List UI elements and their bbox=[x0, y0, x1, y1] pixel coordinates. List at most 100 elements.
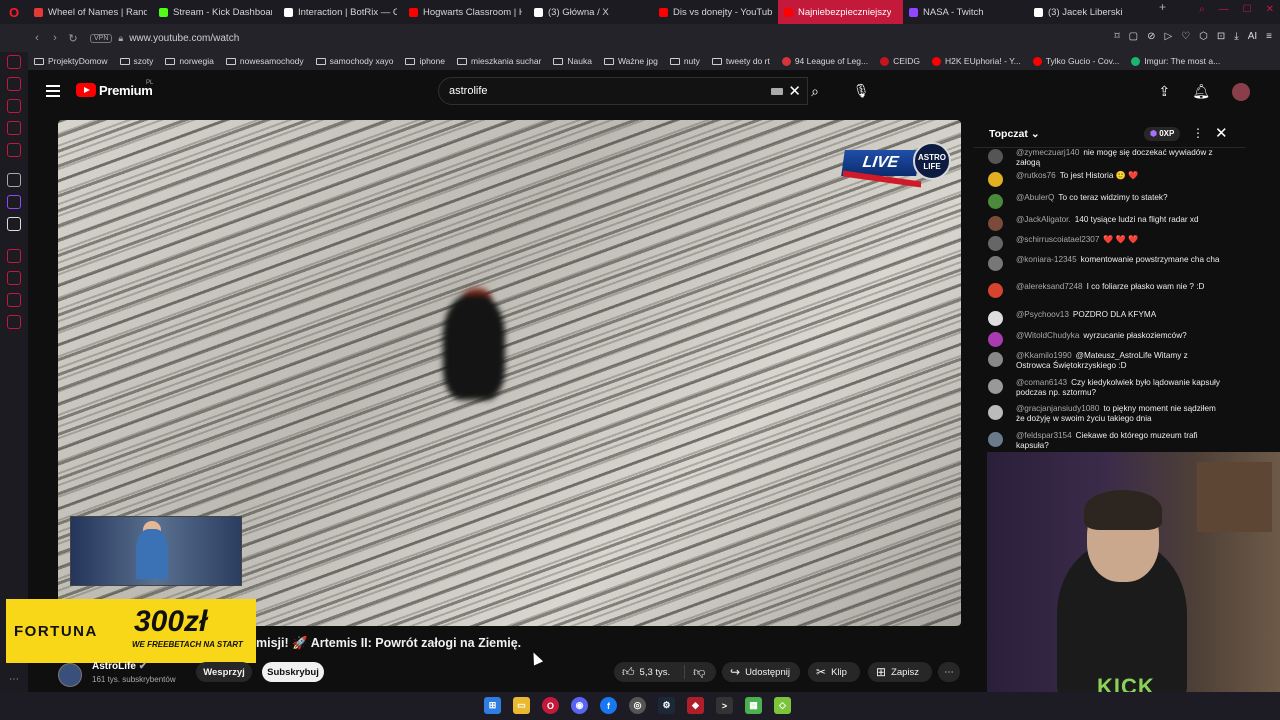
clock-icon[interactable] bbox=[7, 271, 21, 285]
wallet-icon[interactable]: ⊡ bbox=[1217, 31, 1225, 42]
chat-author-avatar[interactable] bbox=[988, 236, 1003, 251]
chat-author-name[interactable]: @zymeczuarj140 bbox=[1016, 148, 1079, 157]
chat-author-avatar[interactable] bbox=[988, 172, 1003, 187]
share-button[interactable]: ↪ Udostępnij bbox=[722, 662, 800, 682]
chat-author-avatar[interactable] bbox=[988, 405, 1003, 420]
vpn-badge[interactable]: VPN bbox=[90, 33, 113, 43]
video-player[interactable]: LIVE ASTRO LIFE bbox=[58, 120, 961, 626]
youtube-premium-logo[interactable]: Premium bbox=[99, 83, 153, 98]
twitch-icon[interactable] bbox=[7, 195, 21, 209]
upload-icon[interactable]: ⇪ bbox=[1158, 83, 1170, 101]
chat-menu-icon[interactable]: ⋮ bbox=[1192, 126, 1204, 140]
back-icon[interactable]: ‹ bbox=[28, 32, 46, 44]
bookmark-item[interactable]: iphone bbox=[405, 56, 445, 66]
obs-icon[interactable]: ◎ bbox=[629, 697, 646, 714]
chat-author-avatar[interactable] bbox=[988, 432, 1003, 447]
channel-avatar[interactable] bbox=[58, 663, 82, 687]
messenger-icon[interactable] bbox=[7, 121, 21, 135]
bookmark-icon[interactable]: ⌑ bbox=[1115, 31, 1120, 42]
forward-icon[interactable]: › bbox=[46, 32, 64, 44]
chat-author-avatar[interactable] bbox=[988, 194, 1003, 209]
app-icon[interactable]: ◇ bbox=[774, 697, 791, 714]
opera-taskbar-icon[interactable]: O bbox=[542, 697, 559, 714]
download-icon[interactable]: ⤓ bbox=[1234, 31, 1238, 42]
bookmark-item[interactable]: Imgur: The most a... bbox=[1131, 56, 1220, 66]
bookmark-item[interactable]: 94 League of Leg... bbox=[781, 56, 868, 66]
save-button[interactable]: ⊞ Zapisz bbox=[868, 662, 932, 682]
minimize-icon[interactable]: — bbox=[1219, 4, 1229, 15]
steam-icon[interactable]: ⚙ bbox=[658, 697, 675, 714]
adblock-icon[interactable]: ⊘ bbox=[1147, 31, 1155, 42]
opera-logo-icon[interactable]: O bbox=[0, 0, 28, 24]
snapshot-icon[interactable]: ▢ bbox=[1129, 31, 1138, 42]
clip-button[interactable]: ✂ Klip bbox=[808, 662, 860, 682]
browser-tab[interactable]: Hogwarts Classroom | Ha bbox=[403, 0, 528, 24]
browser-tab[interactable]: (3) Główna / X bbox=[528, 0, 653, 24]
browser-tab[interactable]: (3) Jacek Liberski bbox=[1028, 0, 1153, 24]
bookmark-item[interactable]: ProjektyDomow bbox=[34, 56, 108, 66]
dislike-icon[interactable]: 👎︎ bbox=[693, 665, 705, 680]
file-explorer-icon[interactable]: ▭ bbox=[513, 697, 530, 714]
terminal-icon[interactable]: > bbox=[716, 697, 733, 714]
bookmark-item[interactable]: Ważne jpg bbox=[603, 56, 658, 66]
like-icon[interactable]: 👍︎ bbox=[622, 665, 635, 680]
extensions-icon[interactable]: ⬡ bbox=[1199, 31, 1208, 42]
chat-author-avatar[interactable] bbox=[988, 332, 1003, 347]
keyboard-icon[interactable] bbox=[771, 88, 783, 95]
chat-author-name[interactable]: @JackAligator. bbox=[1016, 215, 1071, 224]
chat-author-name[interactable]: @Psychoov13 bbox=[1016, 310, 1069, 319]
wallet-sidebar-icon[interactable] bbox=[7, 99, 21, 113]
microphone-icon[interactable]: 🎙︎ bbox=[846, 77, 876, 105]
browser-tab[interactable]: Wheel of Names | Rando bbox=[28, 0, 153, 24]
bookmark-item[interactable]: nuty bbox=[669, 56, 700, 66]
chat-author-avatar[interactable] bbox=[988, 352, 1003, 367]
notifications-bell-icon[interactable]: 🔔︎ bbox=[1192, 83, 1210, 101]
riot-icon[interactable]: ◆ bbox=[687, 697, 704, 714]
chat-mode-dropdown[interactable]: Topczat ⌄ bbox=[989, 128, 1040, 140]
play-icon[interactable]: ▷ bbox=[1164, 31, 1172, 42]
bookmark-item[interactable]: Tylko Gucio - Cov... bbox=[1032, 56, 1119, 66]
bookmark-item[interactable]: tweety do rt bbox=[711, 56, 770, 66]
chat-author-name[interactable]: @feldspar3154 bbox=[1016, 431, 1072, 440]
chat-author-name[interactable]: @koniara-12345 bbox=[1016, 255, 1077, 264]
discord-icon[interactable]: ◉ bbox=[571, 697, 588, 714]
chat-author-name[interactable]: @gracjanjansiudy1080 bbox=[1016, 404, 1099, 413]
chat-author-avatar[interactable] bbox=[988, 379, 1003, 394]
facebook-icon[interactable]: f bbox=[600, 697, 617, 714]
xp-badge[interactable]: ⬢ 0XP bbox=[1144, 127, 1181, 141]
chat-author-avatar[interactable] bbox=[988, 256, 1003, 271]
chatgpt-icon[interactable] bbox=[7, 173, 21, 187]
bookmark-item[interactable]: CEIDG bbox=[880, 56, 920, 66]
bookmark-item[interactable]: nowesamochody bbox=[225, 56, 304, 66]
bookmark-item[interactable]: H2K EUphoria! - Y... bbox=[932, 56, 1021, 66]
subscribe-button[interactable]: Subskrybuj bbox=[262, 662, 324, 682]
chat-author-name[interactable]: @alereksand7248 bbox=[1016, 282, 1083, 291]
account-avatar[interactable] bbox=[1232, 83, 1250, 101]
bookmark-item[interactable]: samochody xayo bbox=[315, 56, 393, 66]
chat-author-name[interactable]: @coman6143 bbox=[1016, 378, 1067, 387]
bookmark-item[interactable]: szoty bbox=[119, 56, 153, 66]
chat-author-avatar[interactable] bbox=[988, 311, 1003, 326]
chat-author-name[interactable]: @schirruscoiatael2307 bbox=[1016, 235, 1099, 244]
bookmark-item[interactable]: norwegia bbox=[165, 56, 214, 66]
like-count[interactable]: 5,3 tys. bbox=[640, 667, 671, 678]
search-input[interactable]: astrolife ✕ bbox=[438, 77, 808, 105]
support-button[interactable]: Wesprzyj bbox=[196, 662, 252, 682]
bookmark-item[interactable]: mieszkania suchar bbox=[457, 56, 541, 66]
chat-author-name[interactable]: @Kkamilo1990 bbox=[1016, 351, 1072, 360]
history-icon[interactable] bbox=[7, 77, 21, 91]
url-field[interactable]: www.youtube.com/watch bbox=[129, 33, 239, 44]
chat-author-name[interactable]: @WitoldChudyka bbox=[1016, 331, 1079, 340]
x-icon[interactable] bbox=[7, 217, 21, 231]
browser-tab[interactable]: Najniebezpieczniejszy bbox=[778, 0, 903, 24]
chat-author-name[interactable]: @AbulerQ bbox=[1016, 193, 1054, 202]
maximize-icon[interactable]: ☐ bbox=[1243, 4, 1252, 15]
close-window-icon[interactable]: ✕ bbox=[1266, 4, 1274, 15]
home-icon[interactable] bbox=[7, 55, 21, 69]
more-icon[interactable]: ⋯ bbox=[9, 674, 19, 685]
browser-tab[interactable]: Stream - Kick Dashboard bbox=[153, 0, 278, 24]
menu-icon[interactable]: ≡ bbox=[1266, 31, 1272, 42]
youtube-logo-icon[interactable] bbox=[76, 83, 96, 97]
new-tab-icon[interactable]: + bbox=[1153, 0, 1172, 24]
more-actions-button[interactable]: ⋯ bbox=[938, 662, 960, 682]
